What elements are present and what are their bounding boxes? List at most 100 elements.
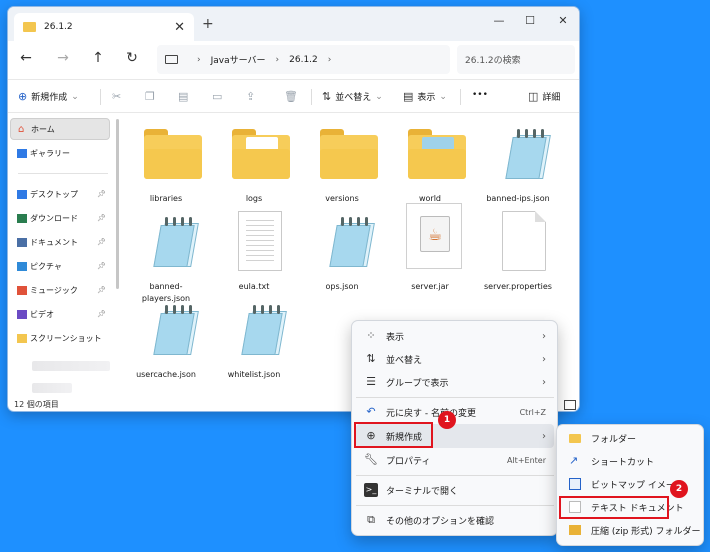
pin-icon: 📌︎ <box>97 190 106 198</box>
submenu-item-folder[interactable]: フォルダー <box>561 427 701 449</box>
plus-icon: ⊕ <box>18 90 28 103</box>
command-bar: ⊕ 新規作成 ⌄ ✂ ❐ ▤ ▭ ⇪ 🗑 ⇅ 並べ替え ⌄ ▤ 表示 ⌄ •••… <box>8 79 579 113</box>
wrench-icon: 🔧︎ <box>364 453 378 466</box>
file-item[interactable]: whitelist.json <box>214 291 294 379</box>
menu-item-terminal[interactable]: >_ ターミナルで開く <box>356 478 554 502</box>
delete-button[interactable]: 🗑 <box>284 90 298 103</box>
up-button[interactable]: ↑ <box>88 50 108 66</box>
file-item[interactable]: world <box>390 115 470 203</box>
menu-item-label: 元に戻す - 名前の変更 <box>386 408 476 419</box>
sidebar-scrollbar[interactable] <box>116 119 119 289</box>
folder-icon <box>408 129 466 179</box>
sidebar-item-gallery[interactable]: ギャラリー <box>10 142 110 164</box>
close-window-button[interactable]: ✕ <box>552 14 574 27</box>
refresh-button[interactable]: ↻ <box>122 50 142 66</box>
tiles-view-icon[interactable] <box>564 400 576 410</box>
menu-item-label: その他のオプションを確認 <box>386 516 495 527</box>
folder-icon <box>569 434 581 443</box>
sidebar-item[interactable]: ピクチャ 📌︎ <box>10 255 110 277</box>
folder-icon <box>23 22 36 32</box>
details-pane-icon: ◫ <box>528 90 539 103</box>
breadcrumb-item[interactable]: 26.1.2 <box>289 55 318 65</box>
step-badge-1: 1 <box>438 411 456 429</box>
divider <box>356 475 554 476</box>
minimize-button[interactable]: — <box>488 14 510 27</box>
sidebar-item-label: ドキュメント <box>30 237 78 247</box>
chevron-right-icon: › <box>542 430 546 442</box>
view-icon: ▤ <box>403 90 414 103</box>
back-button[interactable]: ← <box>16 50 36 66</box>
sidebar-item[interactable]: ミュージック 📌︎ <box>10 279 110 301</box>
file-item[interactable]: banned-players.json <box>126 203 206 303</box>
sidebar-item[interactable]: スクリーンショット <box>10 327 110 349</box>
step-badge-2: 2 <box>670 480 688 498</box>
file-item[interactable]: server.properties <box>478 203 558 291</box>
details-button[interactable]: ◫ 詳細 <box>528 90 560 103</box>
sidebar-item-label: ホーム <box>31 124 55 134</box>
file-item[interactable]: ☕︎ server.jar <box>390 203 470 291</box>
new-button[interactable]: ⊕ 新規作成 ⌄ <box>18 90 79 103</box>
sidebar-item[interactable]: ビデオ 📌︎ <box>10 303 110 325</box>
menu-item-label: ターミナルで開く <box>386 486 459 497</box>
paste-button[interactable]: ▤ <box>178 90 188 103</box>
paste-icon: ▤ <box>178 90 189 103</box>
copy-button[interactable]: ❐ <box>145 90 155 103</box>
sidebar-item[interactable]: デスクトップ 📌︎ <box>10 183 110 205</box>
search-input[interactable]: 26.1.2の検索 <box>457 45 575 74</box>
pin-icon: 📌︎ <box>97 214 106 222</box>
menu-item-properties[interactable]: 🔧︎ プロパティ Alt+Enter <box>356 448 554 472</box>
notepad-file-icon <box>147 213 201 269</box>
terminal-icon: >_ <box>364 483 378 497</box>
submenu-item-label: ショートカット <box>591 457 655 468</box>
file-item[interactable]: logs <box>214 115 294 203</box>
view-button[interactable]: ▤ 表示 ⌄ <box>403 90 447 103</box>
rename-button[interactable]: ▭ <box>212 90 222 103</box>
undo-icon: ↶ <box>366 405 376 418</box>
desktop-icon <box>17 190 27 199</box>
more-button[interactable]: ••• <box>472 90 488 100</box>
notepad-file-icon <box>235 301 289 357</box>
more-options-icon: ⧉ <box>367 513 375 526</box>
file-item[interactable]: banned-ips.json <box>478 115 558 203</box>
blurred-item <box>32 383 72 393</box>
breadcrumb-separator: › <box>197 54 201 65</box>
file-name: server.properties <box>484 282 552 291</box>
cut-button[interactable]: ✂ <box>112 90 121 103</box>
close-tab-icon[interactable]: ✕ <box>174 20 185 35</box>
sidebar-item[interactable]: ドキュメント 📌︎ <box>10 231 110 253</box>
new-tab-button[interactable]: + <box>202 16 214 32</box>
submenu-item-zip[interactable]: 圧縮 (zip 形式) フォルダー <box>561 519 701 541</box>
tab-current-folder[interactable]: 26.1.2 ✕ <box>14 13 194 41</box>
sidebar-item-home[interactable]: ⌂ ホーム <box>10 118 110 140</box>
file-item[interactable]: usercache.json <box>126 291 206 379</box>
video-icon <box>17 310 27 319</box>
menu-item-view[interactable]: ⁘ 表示 › <box>356 324 554 348</box>
pin-icon: 📌︎ <box>97 238 106 246</box>
menu-item-sort[interactable]: ⇅ 並べ替え › <box>356 347 554 371</box>
share-button[interactable]: ⇪ <box>246 90 255 103</box>
copy-icon: ❐ <box>145 90 155 103</box>
new-label: 新規作成 <box>31 93 68 103</box>
file-item[interactable]: ops.json <box>302 203 382 291</box>
sort-button[interactable]: ⇅ 並べ替え ⌄ <box>322 90 383 103</box>
menu-item-label: プロパティ <box>386 456 431 467</box>
title-bar: 26.1.2 ✕ + — ☐ ✕ <box>8 7 579 41</box>
forward-button[interactable]: → <box>53 50 73 66</box>
pin-icon: 📌︎ <box>97 286 106 294</box>
address-bar[interactable]: › Javaサーバー › 26.1.2 › <box>157 45 450 74</box>
menu-item-group[interactable]: ☰ グループで表示 › <box>356 370 554 394</box>
chevron-down-icon: ⌄ <box>71 91 79 102</box>
breadcrumb-item[interactable]: Javaサーバー <box>211 53 266 66</box>
sidebar-item-label: ミュージック <box>30 285 78 295</box>
file-item[interactable]: versions <box>302 115 382 203</box>
file-item[interactable]: libraries <box>126 115 206 203</box>
sidebar-item-label: ギャラリー <box>30 148 70 158</box>
menu-item-more-options[interactable]: ⧉ その他のオプションを確認 <box>356 508 554 532</box>
file-name: ops.json <box>325 282 359 291</box>
file-item[interactable]: eula.txt <box>214 203 294 291</box>
sidebar-item[interactable]: ダウンロード 📌︎ <box>10 207 110 229</box>
submenu-item-shortcut[interactable]: ↗ ショートカット <box>561 450 701 472</box>
maximize-button[interactable]: ☐ <box>519 14 541 27</box>
folder-icon <box>144 129 202 179</box>
chevron-right-icon: › <box>542 353 546 365</box>
